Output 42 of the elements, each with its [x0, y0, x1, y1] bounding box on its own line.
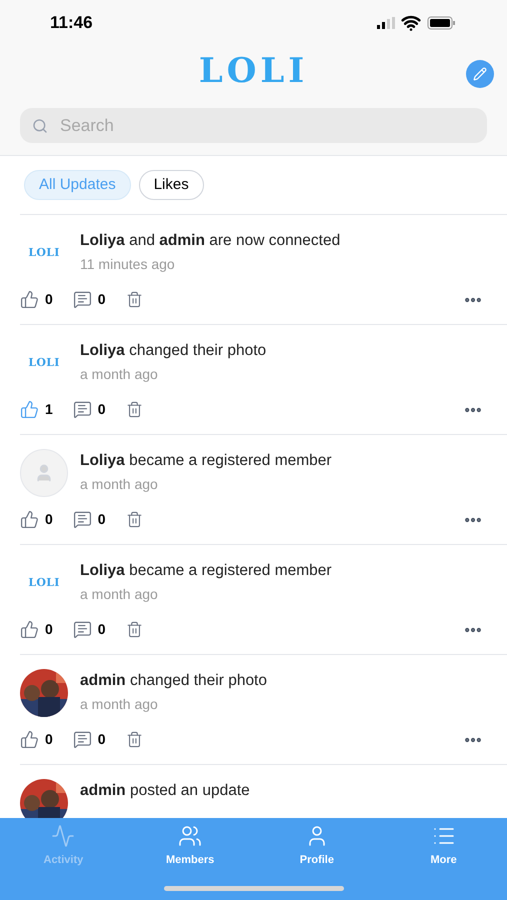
compose-button[interactable]: [466, 60, 494, 88]
activity-message: Loliya became a registered member: [80, 561, 332, 581]
pulse-icon: [51, 824, 76, 848]
activity-message: Loliya became a registered member: [80, 451, 332, 471]
activity-time: a month ago: [80, 585, 159, 604]
like-button[interactable]: 0: [20, 509, 53, 530]
activity-time: 11 minutes ago: [80, 255, 176, 274]
avatar-placeholder: [20, 449, 68, 497]
search-field[interactable]: Search: [20, 108, 487, 143]
status-time: 11:46: [50, 12, 93, 34]
delete-icon[interactable]: [126, 621, 143, 638]
delete-icon[interactable]: [126, 401, 143, 418]
activity-time: a month ago: [80, 475, 159, 494]
activity-time: a month ago: [80, 695, 159, 714]
search-icon: [32, 118, 48, 134]
signal-icon: [377, 17, 395, 29]
filter-chip[interactable]: Likes: [138, 170, 204, 200]
comment-button[interactable]: 0: [72, 289, 106, 310]
like-button[interactable]: 0: [20, 729, 53, 750]
delete-icon[interactable]: [126, 731, 143, 748]
like-button[interactable]: 0: [20, 619, 53, 640]
activity-message: Loliya changed their photo: [80, 341, 266, 361]
logo: LOLI: [28, 354, 60, 371]
activity-message: admin posted an update: [80, 781, 250, 801]
comment-button[interactable]: 0: [72, 729, 106, 750]
logo: LOLI: [28, 574, 60, 591]
delete-icon[interactable]: [126, 291, 143, 308]
app-logo: LOLI: [198, 50, 308, 92]
wifi-icon: [401, 13, 421, 33]
delete-icon[interactable]: [126, 511, 143, 528]
activity-message: Loliya and admin are now connected: [80, 231, 340, 251]
like-button[interactable]: 0: [20, 289, 53, 310]
activity-time: a month ago: [80, 365, 159, 384]
pencil-icon: [473, 67, 487, 81]
battery-icon: [427, 16, 457, 30]
comment-button[interactable]: 0: [72, 399, 106, 420]
activity-message: admin changed their photo: [80, 671, 267, 691]
comment-button[interactable]: 0: [72, 509, 106, 530]
comment-button[interactable]: 0: [72, 619, 106, 640]
logo: LOLI: [28, 244, 60, 261]
people-icon: [178, 824, 202, 848]
like-button[interactable]: 1: [20, 399, 53, 420]
